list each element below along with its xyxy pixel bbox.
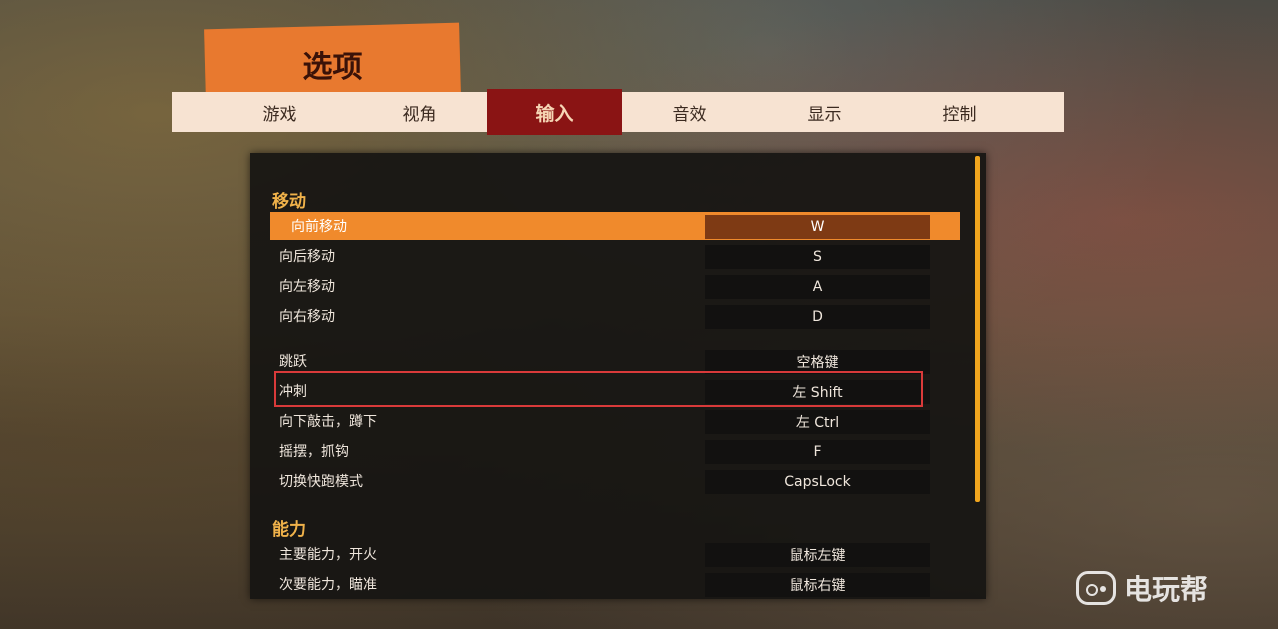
action-label: 摇摆，抓钩 — [279, 444, 349, 460]
action-label: 主要能力，开火 — [279, 547, 377, 563]
keybind-row-swing-hook[interactable]: 摇摆，抓钩 F — [270, 437, 960, 465]
highlight-frame — [274, 371, 923, 407]
watermark-text: 电玩帮 — [1124, 573, 1209, 606]
page-title: 选项 — [302, 49, 363, 85]
action-label: 切换快跑模式 — [279, 474, 363, 490]
section-title-movement: 移动 — [272, 192, 306, 212]
key-binding-button[interactable]: 鼠标左键 — [705, 543, 930, 567]
tab-display[interactable]: 显示 — [757, 92, 892, 132]
title-plate: 选项 — [204, 22, 461, 102]
action-label: 向后移动 — [279, 249, 335, 265]
action-label: 向右移动 — [279, 309, 335, 325]
tab-controls[interactable]: 控制 — [892, 92, 1027, 132]
key-binding-button[interactable]: CapsLock — [705, 470, 930, 494]
tab-bar: 游戏 视角 输入 音效 显示 控制 — [172, 89, 1064, 135]
section-title-abilities: 能力 — [272, 520, 306, 540]
keybind-row-secondary-ability[interactable]: 次要能力，瞄准 鼠标右键 — [270, 570, 960, 598]
tab-game[interactable]: 游戏 — [212, 92, 347, 132]
tab-input[interactable]: 输入 — [487, 89, 622, 135]
key-binding-button[interactable]: S — [705, 245, 930, 269]
action-label: 次要能力，瞄准 — [279, 577, 377, 593]
tab-audio[interactable]: 音效 — [622, 92, 757, 132]
key-binding-button[interactable]: A — [705, 275, 930, 299]
keybind-row-move-forward[interactable]: 向前移动 W — [270, 212, 960, 240]
key-binding-button[interactable]: D — [705, 305, 930, 329]
keybind-row-move-right[interactable]: 向右移动 D — [270, 302, 960, 330]
action-label: 向前移动 — [291, 219, 347, 235]
gamepad-icon — [1076, 571, 1116, 605]
key-binding-button[interactable]: W — [705, 215, 930, 239]
key-binding-button[interactable]: 鼠标右键 — [705, 573, 930, 597]
keybind-row-move-back[interactable]: 向后移动 S — [270, 242, 960, 270]
keybind-row-primary-ability[interactable]: 主要能力，开火 鼠标左键 — [270, 540, 960, 568]
action-label: 向左移动 — [279, 279, 335, 295]
keybind-row-move-left[interactable]: 向左移动 A — [270, 272, 960, 300]
key-binding-button[interactable]: F — [705, 440, 930, 464]
action-label: 跳跃 — [279, 354, 307, 370]
scrollbar[interactable] — [975, 156, 980, 502]
tab-camera[interactable]: 视角 — [352, 92, 487, 132]
watermark: 电玩帮 — [1076, 568, 1208, 608]
keybind-row-toggle-sprint[interactable]: 切换快跑模式 CapsLock — [270, 467, 960, 495]
action-label: 向下敲击，蹲下 — [279, 414, 377, 430]
key-binding-button[interactable]: 左 Ctrl — [705, 410, 930, 434]
keybind-row-slam-crouch[interactable]: 向下敲击，蹲下 左 Ctrl — [270, 407, 960, 435]
